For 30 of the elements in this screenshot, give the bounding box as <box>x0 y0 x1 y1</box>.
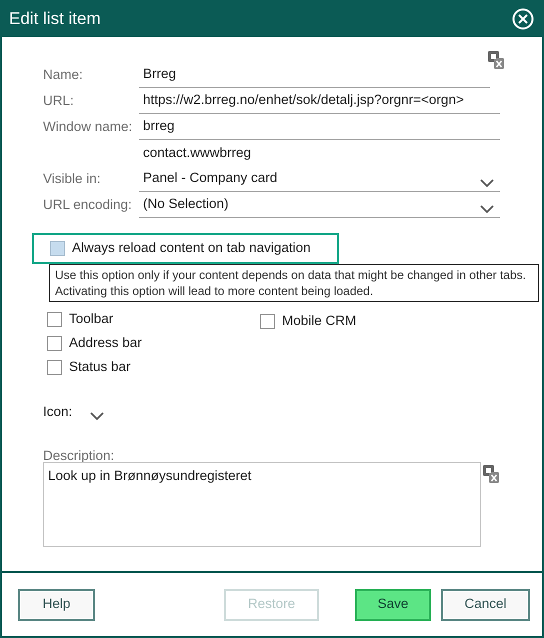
input-field[interactable]: brreg <box>139 114 500 140</box>
dialog-button[interactable]: Help <box>18 588 95 620</box>
field-value: contact.wwwbrreg <box>142 144 252 162</box>
dropdown[interactable]: Panel - Company card <box>139 166 500 192</box>
field-label: Description: <box>43 447 116 462</box>
checkbox-option[interactable]: Toolbar <box>47 307 256 331</box>
dialog-button[interactable]: Save <box>355 588 431 620</box>
checkbox-option[interactable]: Always reload content on tab navigation <box>32 233 339 264</box>
translate-icon[interactable] <box>488 51 504 69</box>
translate-icon[interactable] <box>483 465 499 483</box>
field-label: Name: <box>43 66 84 84</box>
checkbox-option[interactable]: Mobile CRM <box>260 309 460 333</box>
dropdown[interactable]: (No Selection) <box>139 192 500 218</box>
dialog-button[interactable]: Cancel <box>441 588 530 620</box>
input-field[interactable]: https://w2.brreg.no/enhet/sok/detalj.jsp?orgnr=<orgn> <box>139 88 500 114</box>
chevron-icon <box>480 205 494 214</box>
chevron-icon <box>480 179 494 188</box>
tooltip: Use this option only if your content depends on data that might be changed in other tabs. Activating this option will lead to more content being loaded. <box>49 264 539 302</box>
field-label: Window name: <box>43 118 134 136</box>
checkbox-option[interactable]: Status bar <box>47 355 256 379</box>
field-label: URL: <box>43 92 75 110</box>
input-field[interactable]: Brreg <box>139 62 490 88</box>
text-area[interactable]: Look up in Brønnøysundregisteret <box>43 462 481 547</box>
dialog-title: Edit list item <box>9 8 101 30</box>
chevron-icon[interactable] <box>90 412 104 420</box>
close-icon[interactable] <box>512 8 534 30</box>
field-label: URL encoding: <box>43 196 133 214</box>
checkbox-option[interactable]: Address bar <box>47 331 256 355</box>
field-label: Visible in: <box>43 170 102 188</box>
field-label: Icon: <box>43 402 72 421</box>
